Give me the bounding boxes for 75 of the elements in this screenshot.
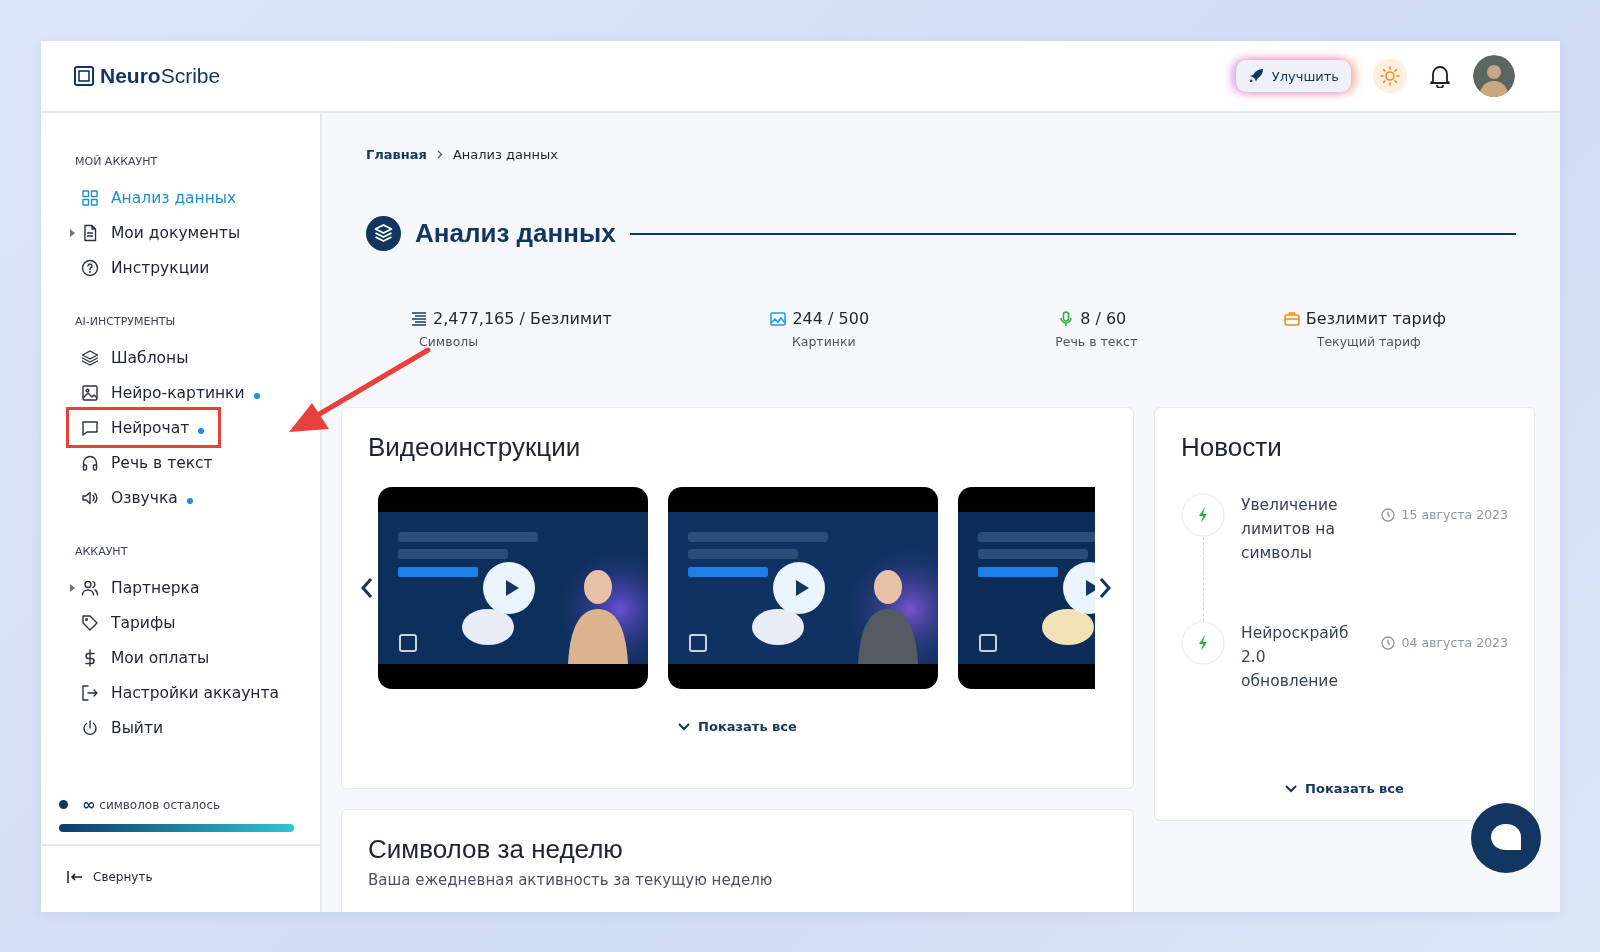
section-heading: AI-ИНСТРУМЕНТЫ	[75, 315, 177, 328]
list-icon	[411, 310, 427, 327]
stat-value: Безлимит тариф	[1305, 309, 1446, 328]
news-title[interactable]: Увеличение лимитов на символы	[1241, 493, 1365, 565]
breadcrumb-item[interactable]: Главная	[366, 147, 427, 162]
power-icon	[81, 718, 99, 737]
sidebar-item[interactable]: Инструкции	[69, 250, 224, 285]
microphone-icon	[1058, 310, 1075, 327]
image-icon	[81, 383, 99, 402]
sidebar-item[interactable]: Выйти	[69, 710, 178, 745]
sidebar-item[interactable]: Мои документы	[69, 215, 255, 250]
headphones-icon	[81, 453, 99, 472]
status-dot	[59, 800, 68, 809]
card-title: Новости	[1181, 432, 1283, 463]
sidebar-item[interactable]: Речь в текст	[69, 445, 227, 480]
sidebar-item[interactable]: Партнерка	[69, 570, 214, 605]
sidebar-item[interactable]: Тарифы	[69, 605, 190, 640]
collapse-icon	[67, 871, 83, 883]
grid-icon	[81, 188, 99, 207]
chat-icon	[81, 418, 99, 437]
chevron-down-icon	[678, 722, 691, 731]
clock-icon	[1380, 507, 1395, 522]
chevron-down-icon	[1285, 784, 1298, 793]
logo-icon	[73, 65, 95, 87]
image-icon	[770, 310, 787, 327]
breadcrumb-item: Анализ данных	[452, 147, 558, 162]
card-title: Символов за неделю	[368, 834, 624, 865]
sun-icon	[1380, 66, 1400, 86]
section-heading: АККАУНТ	[75, 545, 129, 558]
show-all-link[interactable]: Показать все	[1181, 781, 1508, 796]
chevron-right-icon[interactable]	[1098, 577, 1112, 599]
stat-label: Речь в текст	[1054, 334, 1138, 349]
credits-label: символов осталось	[99, 797, 221, 812]
card-title: Видеоинструкции	[368, 432, 582, 463]
theme-toggle[interactable]	[1373, 59, 1407, 93]
stat-label: Символы	[418, 334, 479, 349]
briefcase-icon	[1283, 310, 1300, 327]
clock-icon	[1380, 635, 1395, 650]
section-heading: МОЙ АККАУНТ	[75, 155, 159, 168]
infinity-symbol: ∞	[82, 795, 96, 814]
notification-bell-icon[interactable]	[1429, 64, 1451, 88]
news-date: 04 августа 2023	[1401, 635, 1508, 650]
document-icon	[81, 223, 99, 242]
stat-label: Текущий тариф	[1315, 334, 1421, 349]
avatar[interactable]	[1473, 55, 1515, 97]
lightning-icon	[1181, 493, 1225, 537]
sidebar-item[interactable]: Мои оплаты	[69, 640, 224, 675]
sidebar-item[interactable]: Настройки аккаунта	[69, 675, 294, 710]
sidebar-item[interactable]: Шаблоны	[69, 340, 203, 375]
card-subtitle: Ваша ежедневная активность за текущую неделю	[368, 871, 774, 889]
chevron-left-icon[interactable]	[360, 577, 374, 599]
logout-icon	[81, 683, 99, 702]
rocket-icon	[1247, 68, 1264, 84]
sidebar-item[interactable]: Озвучка	[69, 480, 207, 515]
stat-value: 2,477,165 / Безлимит	[433, 309, 612, 328]
tag-icon	[81, 613, 99, 632]
collapse-button[interactable]: Свернуть	[41, 844, 320, 912]
upgrade-button[interactable]: Улучшить	[1235, 60, 1351, 92]
stat-value: 8 / 60	[1080, 309, 1127, 328]
sidebar-item[interactable]: Анализ данных	[69, 180, 251, 215]
layers-icon	[81, 348, 99, 367]
show-all-link[interactable]: Показать все	[368, 719, 1107, 734]
sidebar-item[interactable]: Нейрочат	[69, 410, 219, 445]
layers-icon	[366, 216, 401, 251]
question-icon	[81, 258, 99, 277]
logo-text: NeuroScribe	[100, 64, 221, 88]
news-date: 15 августа 2023	[1401, 507, 1508, 522]
users-icon	[81, 578, 99, 597]
sidebar-item[interactable]: Нейро-картинки	[69, 375, 274, 410]
news-title[interactable]: Нейроскрайб 2.0 обновление	[1241, 621, 1365, 693]
lightning-icon	[1181, 621, 1225, 665]
chevron-right-icon	[436, 150, 443, 159]
stat-label: Картинки	[790, 334, 856, 349]
page-title: Анализ данных	[415, 218, 616, 249]
stat-value: 244 / 500	[792, 309, 870, 328]
